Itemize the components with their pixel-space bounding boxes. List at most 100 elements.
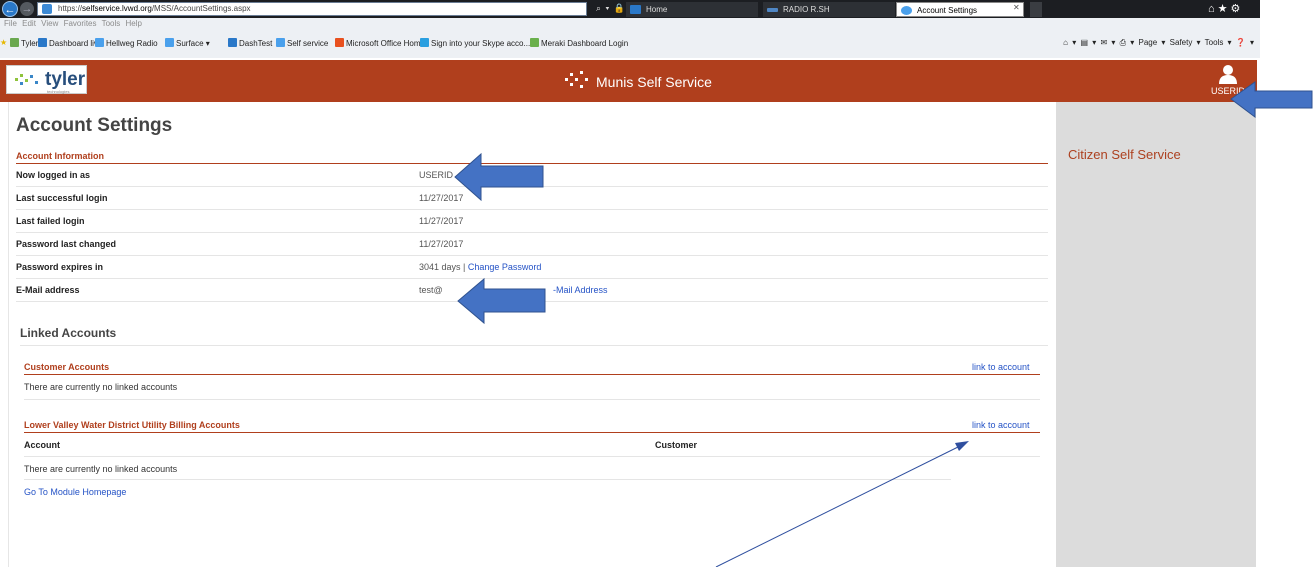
divider	[20, 345, 1048, 346]
page-title: Account Settings	[16, 115, 173, 136]
favorite-label: Microsoft Office Home	[346, 39, 425, 48]
favorite-link[interactable]: Self service	[276, 38, 328, 48]
divider	[24, 479, 951, 480]
favorite-icon	[165, 38, 174, 47]
callout-line	[715, 446, 959, 567]
customer-accounts-header: Customer Accounts	[24, 362, 1040, 375]
favorite-label: Sign into your Skype acco...	[431, 39, 531, 48]
tab-home[interactable]: Home	[626, 2, 758, 17]
menu-favorites[interactable]: Favorites	[64, 19, 97, 28]
go-to-module-homepage-link[interactable]: Go To Module Homepage	[24, 487, 126, 497]
account-information-header: Account Information	[16, 151, 1048, 164]
user-id-label: USERID	[1210, 86, 1245, 96]
favorites-star-icon[interactable]: ★	[0, 38, 7, 47]
home-favorites-settings-icons[interactable]: ⌂★⚙	[1208, 2, 1243, 15]
row-logged-in-as: Now logged in as USERID	[16, 165, 1048, 187]
utility-empty-message: There are currently no linked accounts	[24, 464, 178, 474]
row-value: 3041 days	[419, 262, 461, 272]
divider	[24, 399, 1040, 400]
favorite-icon	[335, 38, 344, 47]
site-title: Munis Self Service	[596, 74, 712, 90]
row-last-failed-login: Last failed login 11/27/2017	[16, 211, 1048, 233]
favorite-link[interactable]: Surface ▾	[165, 38, 210, 48]
tyler-logo[interactable]: tyler technologies	[6, 65, 87, 94]
favorite-icon	[38, 38, 47, 47]
row-password-last-changed: Password last changed 11/27/2017	[16, 234, 1048, 256]
row-value: 11/27/2017	[419, 239, 464, 249]
row-value: 11/27/2017	[419, 193, 464, 203]
menu-file[interactable]: File	[4, 19, 17, 28]
favorite-label: Self service	[287, 39, 329, 48]
favorite-link[interactable]: Microsoft Office Home	[335, 38, 425, 48]
ie-icon	[901, 6, 912, 15]
browser-chrome: ← → https://selfservice.lvwd.org/MSS/Acc…	[0, 0, 1260, 58]
favorite-link[interactable]: Dashboard live	[38, 38, 102, 48]
back-button[interactable]: ←	[2, 1, 18, 17]
tab-label: RADIO R.SH	[783, 5, 830, 14]
row-value-group: 3041 days | Change Password	[419, 262, 542, 272]
menu-tools[interactable]: Tools	[102, 19, 121, 28]
row-value: test@	[419, 285, 443, 295]
url-path: /MSS/AccountSettings.aspx	[151, 4, 251, 13]
radio-tab-icon	[767, 8, 778, 12]
tab-account-settings[interactable]: Account Settings	[896, 2, 1024, 17]
tab-label: Home	[646, 5, 668, 14]
row-email-address: E-Mail address test@ -Mail Address	[16, 280, 1048, 302]
column-header-customer: Customer	[655, 440, 698, 450]
divider	[24, 456, 1040, 457]
tab-label: Account Settings	[917, 6, 978, 15]
row-label: Last successful login	[16, 193, 108, 203]
row-last-successful-login: Last successful login 11/27/2017	[16, 188, 1048, 210]
row-password-expires: Password expires in 3041 days | Change P…	[16, 257, 1048, 279]
change-email-link[interactable]: -Mail Address	[553, 285, 608, 295]
favorite-icon	[10, 38, 19, 47]
favorite-link[interactable]: DashTest	[228, 38, 272, 48]
change-password-link[interactable]: Change Password	[468, 262, 542, 272]
user-icon	[1219, 65, 1237, 84]
customer-link-to-account[interactable]: link to account	[972, 362, 1030, 372]
address-bar[interactable]: https://selfservice.lvwd.org/MSS/Account…	[37, 2, 587, 16]
favorite-link[interactable]: Meraki Dashboard Login	[530, 38, 628, 48]
tyler-mark-icon	[15, 74, 38, 85]
sidebar: Citizen Self Service	[1056, 102, 1256, 567]
tab-radio[interactable]: RADIO R.SH	[763, 2, 895, 17]
munis-logo-icon	[565, 71, 588, 88]
menu-edit[interactable]: Edit	[22, 19, 36, 28]
row-label: Now logged in as	[16, 170, 91, 180]
menu-view[interactable]: View	[41, 19, 58, 28]
favorite-icon	[530, 38, 539, 47]
favorite-link[interactable]: Hellweg Radio	[95, 38, 158, 48]
callout-arrowhead-icon	[955, 441, 969, 451]
linked-accounts-header: Linked Accounts	[20, 326, 117, 340]
favorite-label: Surface ▾	[176, 39, 210, 48]
site-header: tyler technologies Munis Self Service US…	[0, 60, 1257, 102]
row-label: E-Mail address	[16, 285, 80, 295]
favorite-icon	[228, 38, 237, 47]
menu-help[interactable]: Help	[126, 19, 142, 28]
forward-button[interactable]: →	[20, 2, 34, 16]
favorite-label: Hellweg Radio	[106, 39, 158, 48]
url-prefix: https://	[58, 4, 83, 13]
row-label: Password last changed	[16, 239, 117, 249]
new-tab-button[interactable]	[1030, 2, 1042, 17]
favorite-label: Meraki Dashboard Login	[541, 39, 629, 48]
user-menu[interactable]: USERID	[1207, 64, 1249, 98]
customer-empty-message: There are currently no linked accounts	[24, 382, 178, 392]
citizen-self-service-link[interactable]: Citizen Self Service	[1068, 147, 1181, 162]
content-border	[8, 102, 9, 567]
row-value: 11/27/2017	[419, 216, 464, 226]
close-tab-icon[interactable]: ✕	[1013, 3, 1020, 12]
favorite-link[interactable]: Sign into your Skype acco...	[420, 38, 530, 48]
row-label: Last failed login	[16, 216, 85, 226]
command-bar[interactable]: ⌂ ▾ ▤ ▾ ✉ ▾ ⎙ ▾ Page ▾ Safety ▾ Tools ▾ …	[1063, 38, 1254, 48]
favorite-icon	[420, 38, 429, 47]
favorite-icon	[95, 38, 104, 47]
browser-titlebar: ← → https://selfservice.lvwd.org/MSS/Acc…	[0, 0, 1260, 18]
logo-text: tyler	[45, 69, 86, 90]
favorite-icon	[276, 38, 285, 47]
logo-subtext: technologies	[47, 89, 70, 94]
favorite-label: DashTest	[239, 39, 273, 48]
column-header-account: Account	[24, 440, 60, 450]
utility-link-to-account[interactable]: link to account	[972, 420, 1030, 430]
site-favicon-icon	[42, 4, 52, 14]
